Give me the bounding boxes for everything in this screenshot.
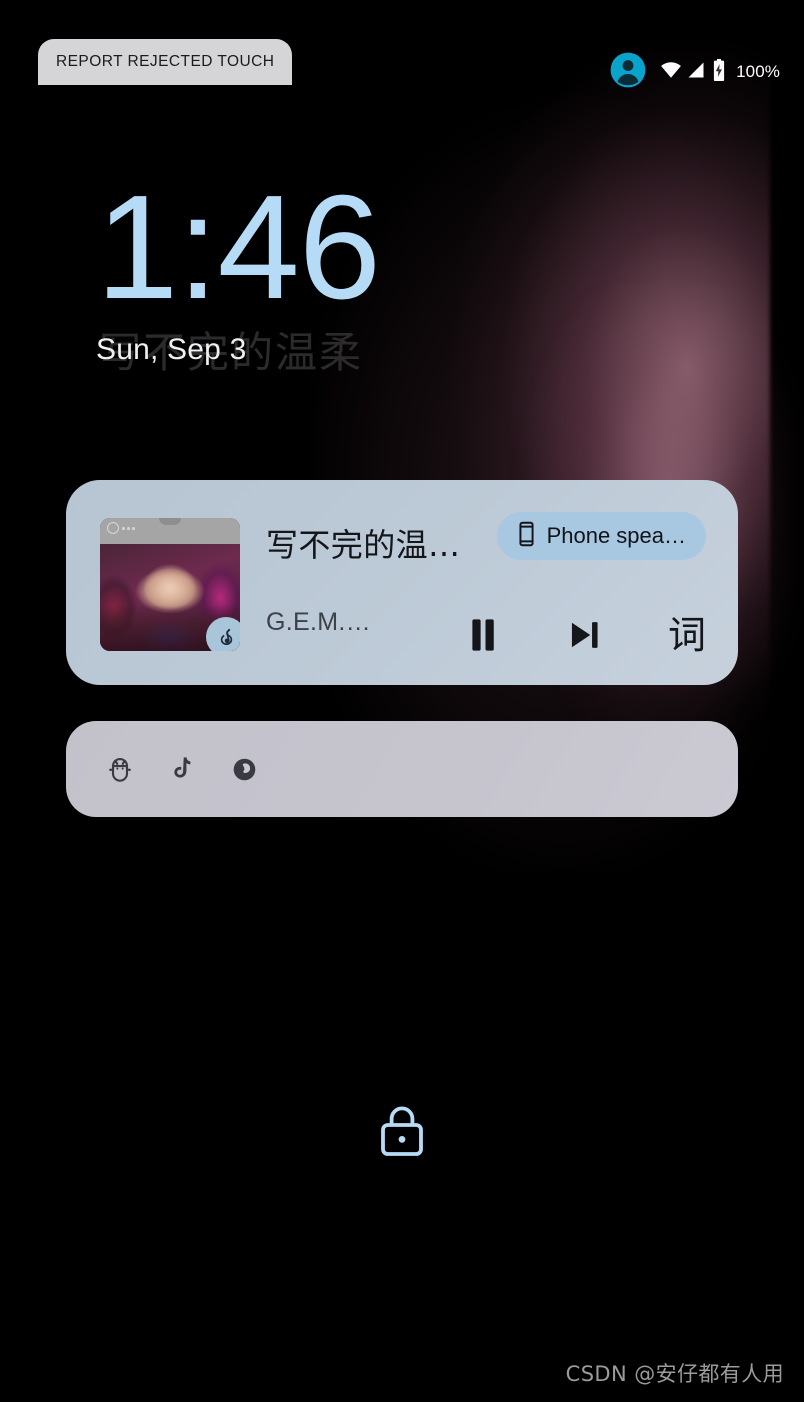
screen-corner-mask [758,0,804,46]
media-title: 写不完的温… [266,526,461,564]
lock-screen-date: Sun, Sep 3 [96,332,247,366]
wifi-icon [660,59,682,86]
status-bar: 100% [609,52,780,89]
media-artist: G.E.M.… [266,608,371,636]
watermark: CSDN @安仔都有人用 [565,1362,784,1386]
lyrics-button[interactable]: 词 [664,611,710,659]
lock-screen: REPORT REJECTED TOUCH 100% 1:46 写不完的温柔 S… [0,0,804,1402]
account-circle-icon[interactable] [609,51,647,94]
app-shortcut-bar [66,721,738,817]
media-controls: 词 [460,611,710,659]
pause-button[interactable] [460,611,506,659]
clock-time: 1:46 [96,165,381,330]
padlock-icon[interactable] [376,1103,428,1159]
report-rejected-touch-button[interactable]: REPORT REJECTED TOUCH [38,39,293,85]
cell-signal-icon [686,60,706,85]
album-art-notch [159,518,181,525]
output-device-chip[interactable]: Phone spea… [496,512,706,560]
album-art [100,518,240,651]
album-art-dots-icon [122,527,135,530]
media-text-block: 写不完的温… [266,520,496,566]
android-bug-icon[interactable] [100,749,140,789]
media-player-card[interactable]: 写不完的温… G.E.M.… Phone spea… 词 [66,480,738,685]
battery-percent-label: 100% [736,62,780,81]
album-art-top-bar [100,518,240,544]
battery-charging-icon [710,58,728,87]
album-art-ring-icon [107,522,119,534]
smartphone-icon [517,521,536,552]
output-device-label: Phone spea… [546,523,686,548]
netease-music-icon [206,617,240,651]
circle-app-icon[interactable] [224,749,264,789]
clock-block: 1:46 写不完的温柔 Sun, Sep 3 [96,165,381,385]
next-track-button[interactable] [562,611,608,659]
date-area: 写不完的温柔 Sun, Sep 3 [96,328,380,385]
tiktok-note-icon[interactable] [162,749,202,789]
status-icon-group: 100% [660,58,780,87]
